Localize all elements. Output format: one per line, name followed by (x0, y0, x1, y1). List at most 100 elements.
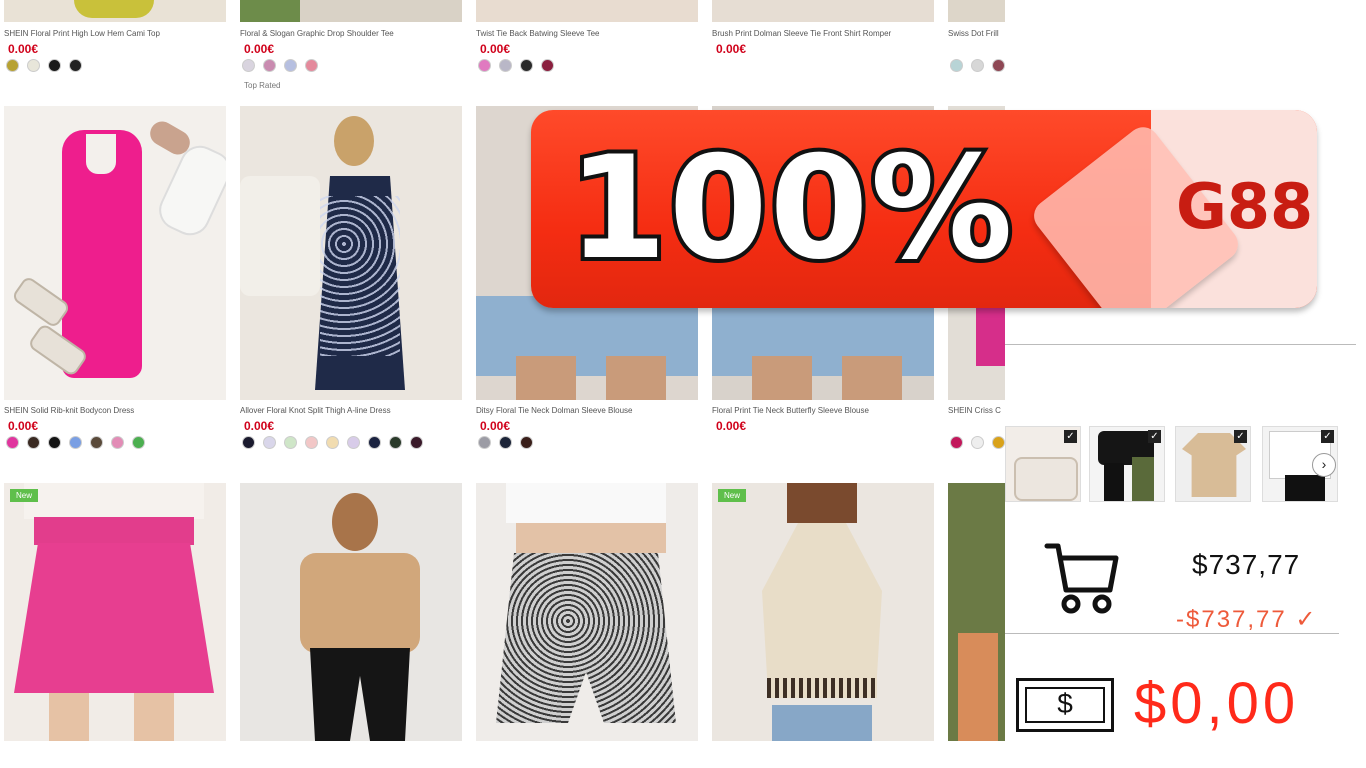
color-swatches (242, 59, 318, 72)
product-card[interactable]: Allover Floral Knot Split Thigh A-line D… (240, 106, 462, 456)
color-swatch[interactable] (111, 436, 124, 449)
divider (1005, 344, 1356, 345)
cart-icon (1044, 543, 1119, 614)
color-swatch[interactable] (410, 436, 423, 449)
product-card[interactable] (948, 483, 1005, 741)
color-swatch[interactable] (69, 59, 82, 72)
product-image[interactable] (240, 106, 462, 400)
new-badge: New (718, 489, 747, 502)
color-swatch[interactable] (992, 436, 1005, 449)
chevron-right-icon[interactable]: › (1312, 453, 1336, 477)
color-swatches (478, 59, 554, 72)
checkbox-icon[interactable]: ✓ (1148, 430, 1161, 443)
color-swatch[interactable] (90, 436, 103, 449)
color-swatch[interactable] (478, 436, 491, 449)
top-rated-tag: Top Rated (244, 81, 281, 90)
product-card[interactable]: New (712, 483, 934, 741)
product-image[interactable] (712, 483, 934, 741)
color-swatch[interactable] (6, 59, 19, 72)
product-name[interactable]: SHEIN Criss C (948, 406, 1005, 415)
color-swatch[interactable] (950, 436, 963, 449)
color-swatches (478, 436, 533, 449)
product-name[interactable]: Swiss Dot Frill (948, 29, 1005, 38)
product-image[interactable] (4, 0, 226, 22)
product-image[interactable] (4, 106, 226, 400)
color-swatch[interactable] (971, 59, 984, 72)
color-swatch[interactable] (520, 59, 533, 72)
product-image[interactable] (4, 483, 226, 741)
color-swatch[interactable] (326, 436, 339, 449)
color-swatch[interactable] (284, 436, 297, 449)
color-swatch[interactable] (48, 436, 61, 449)
product-card[interactable]: New (4, 483, 226, 741)
color-swatch[interactable] (389, 436, 402, 449)
checkbox-icon[interactable]: ✓ (1321, 430, 1334, 443)
product-name[interactable]: SHEIN Solid Rib-knit Bodycon Dress (4, 406, 224, 415)
color-swatch[interactable] (242, 436, 255, 449)
cart-total: $737,77 (1192, 549, 1301, 580)
color-swatch[interactable] (263, 59, 276, 72)
color-swatch[interactable] (478, 59, 491, 72)
checkbox-icon[interactable]: ✓ (1064, 430, 1077, 443)
product-card[interactable]: Swiss Dot Frill (948, 0, 1005, 90)
cart-item-thumb[interactable]: ✓ (1005, 426, 1081, 502)
discount-amount: -$737,77 ✓ (1176, 606, 1318, 633)
bill-symbol: $ (1025, 687, 1105, 723)
color-swatch[interactable] (347, 436, 360, 449)
new-badge: New (10, 489, 39, 502)
product-card[interactable]: SHEIN Solid Rib-knit Bodycon Dress 0.00€ (4, 106, 226, 456)
color-swatch[interactable] (499, 436, 512, 449)
product-card[interactable] (240, 483, 462, 741)
color-swatch[interactable] (520, 436, 533, 449)
product-image[interactable] (476, 0, 698, 22)
product-price: 0.00€ (716, 42, 747, 56)
product-price: 0.00€ (716, 419, 747, 433)
product-price: 0.00€ (8, 419, 39, 433)
checkbox-icon[interactable]: ✓ (1234, 430, 1247, 443)
product-name[interactable]: SHEIN Floral Print High Low Hem Cami Top (4, 29, 224, 38)
promo-percent: 100% (564, 122, 1017, 295)
color-swatch[interactable] (132, 436, 145, 449)
color-swatch[interactable] (27, 436, 40, 449)
color-swatch[interactable] (541, 59, 554, 72)
color-swatches (950, 436, 1005, 449)
product-image[interactable] (712, 0, 934, 22)
color-swatch[interactable] (6, 436, 19, 449)
product-image[interactable] (240, 483, 462, 741)
color-swatch[interactable] (305, 59, 318, 72)
product-image[interactable] (240, 0, 462, 22)
color-swatch[interactable] (971, 436, 984, 449)
color-swatch[interactable] (499, 59, 512, 72)
color-swatch[interactable] (950, 59, 963, 72)
color-swatch[interactable] (48, 59, 61, 72)
color-swatch[interactable] (242, 59, 255, 72)
product-name[interactable]: Floral & Slogan Graphic Drop Shoulder Te… (240, 29, 460, 38)
product-name[interactable]: Brush Print Dolman Sleeve Tie Front Shir… (712, 29, 932, 38)
color-swatch[interactable] (992, 59, 1005, 72)
color-swatch[interactable] (284, 59, 297, 72)
product-card[interactable]: Floral & Slogan Graphic Drop Shoulder Te… (240, 0, 462, 95)
product-name[interactable]: Ditsy Floral Tie Neck Dolman Sleeve Blou… (476, 406, 696, 415)
color-swatch[interactable] (27, 59, 40, 72)
product-image[interactable] (948, 0, 1005, 22)
cart-item-thumb[interactable]: ✓ (1089, 426, 1165, 502)
product-image[interactable] (476, 483, 698, 741)
color-swatch[interactable] (305, 436, 318, 449)
product-image[interactable] (948, 483, 1005, 741)
product-card[interactable]: SHEIN Floral Print High Low Hem Cami Top… (4, 0, 226, 90)
product-name[interactable]: Allover Floral Knot Split Thigh A-line D… (240, 406, 460, 415)
product-card[interactable]: Brush Print Dolman Sleeve Tie Front Shir… (712, 0, 934, 90)
color-swatches (6, 59, 82, 72)
product-name[interactable]: Floral Print Tie Neck Butterfly Sleeve B… (712, 406, 932, 415)
product-price: 0.00€ (244, 42, 275, 56)
product-card[interactable] (476, 483, 698, 741)
color-swatch[interactable] (263, 436, 276, 449)
cart-item-thumb[interactable]: ✓ (1175, 426, 1251, 502)
color-swatch[interactable] (69, 436, 82, 449)
product-name[interactable]: Twist Tie Back Batwing Sleeve Tee (476, 29, 696, 38)
product-price: 0.00€ (480, 42, 511, 56)
color-swatches (950, 59, 1005, 72)
color-swatch[interactable] (368, 436, 381, 449)
product-card[interactable]: Twist Tie Back Batwing Sleeve Tee 0.00€ (476, 0, 698, 90)
color-swatches (242, 436, 423, 449)
